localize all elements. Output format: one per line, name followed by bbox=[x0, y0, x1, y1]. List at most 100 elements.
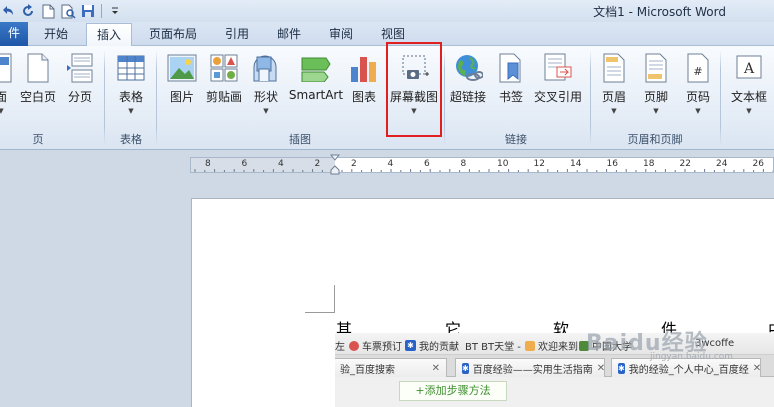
group-label-tables: 表格 bbox=[120, 133, 142, 146]
page-number-icon: # bbox=[682, 52, 714, 84]
picture-icon bbox=[166, 52, 198, 84]
print-preview-icon[interactable] bbox=[60, 3, 76, 19]
group-label-links: 链接 bbox=[505, 133, 527, 146]
group-separator bbox=[590, 50, 591, 146]
ruler-label: 4 bbox=[387, 159, 394, 169]
browser-tab[interactable]: 验_百度搜索 ✕ bbox=[335, 358, 447, 377]
footer-icon bbox=[640, 52, 672, 84]
ruler-label: 8 bbox=[205, 159, 211, 169]
tab-page-layout[interactable]: 页面布局 bbox=[140, 23, 206, 46]
tab-home[interactable]: 开始 bbox=[34, 23, 78, 46]
chevron-down-icon: ▼ bbox=[746, 107, 752, 115]
tab-mailings[interactable]: 邮件 bbox=[266, 23, 312, 46]
chevron-down-icon: ▼ bbox=[263, 107, 269, 115]
close-icon[interactable]: ✕ bbox=[753, 363, 760, 374]
baidu-watermark-url: jingyan.baidu.com bbox=[650, 352, 734, 362]
ruler-label: 14 bbox=[570, 159, 582, 169]
picture-button[interactable]: 图片 bbox=[166, 52, 198, 105]
chevron-down-icon: ▼ bbox=[128, 107, 134, 115]
close-icon[interactable]: ✕ bbox=[597, 363, 604, 374]
smartart-button[interactable]: SmartArt bbox=[288, 52, 344, 102]
header-button[interactable]: 页眉 ▼ bbox=[598, 52, 630, 115]
blank-page-icon bbox=[22, 52, 54, 84]
chart-icon bbox=[348, 52, 380, 84]
group-separator bbox=[720, 50, 721, 146]
ruler-label: 8 bbox=[460, 159, 467, 169]
ruler-label: 6 bbox=[424, 159, 430, 169]
group-label-pages: 页 bbox=[32, 133, 44, 146]
ruler-label: 12 bbox=[533, 159, 545, 169]
title-bar: 文档1 - Microsoft Word bbox=[0, 0, 774, 22]
bookmark-item[interactable]: 欢迎来到 bbox=[525, 338, 578, 353]
ruler-label: 18 bbox=[643, 159, 655, 169]
bookmark-item[interactable]: ✱ 我的贡献 bbox=[405, 338, 459, 353]
ruler-label: 2 bbox=[351, 159, 357, 169]
chevron-down-icon: ▼ bbox=[653, 107, 659, 115]
page-break-button[interactable]: 分页 bbox=[64, 52, 96, 105]
window-title: 文档1 - Microsoft Word bbox=[593, 5, 726, 19]
close-icon[interactable]: ✕ bbox=[432, 363, 440, 374]
footer-button[interactable]: 页脚 ▼ bbox=[640, 52, 672, 115]
text-box-icon: A bbox=[733, 52, 765, 84]
cover-page-icon bbox=[0, 52, 17, 84]
shapes-button[interactable]: 形状 ▼ bbox=[250, 52, 282, 115]
smartart-icon bbox=[300, 52, 332, 84]
new-document-icon[interactable] bbox=[40, 3, 56, 19]
clip-art-button[interactable]: 剪贴画 bbox=[204, 52, 244, 105]
group-separator bbox=[444, 50, 445, 146]
tab-review[interactable]: 审阅 bbox=[318, 23, 364, 46]
baidu-paw-icon: ✱ bbox=[405, 340, 416, 351]
ruler-label: 4 bbox=[278, 159, 284, 169]
blank-page-button[interactable]: 空白页 bbox=[20, 52, 56, 105]
ruler-label: 24 bbox=[716, 159, 728, 169]
bookmark-item[interactable]: 左 bbox=[335, 338, 345, 353]
shapes-icon bbox=[250, 52, 282, 84]
ruler-label: 16 bbox=[606, 159, 618, 169]
margin-corner-mark bbox=[305, 285, 335, 313]
svg-text:A: A bbox=[743, 61, 755, 77]
ruler-label: 22 bbox=[679, 159, 691, 169]
cover-page-button[interactable]: 面 ▼ bbox=[0, 52, 16, 115]
chevron-down-icon: ▼ bbox=[611, 107, 617, 115]
hyperlink-button[interactable]: 超链接 bbox=[448, 52, 488, 105]
group-label-illustrations: 插图 bbox=[289, 133, 311, 146]
svg-text:#: # bbox=[693, 65, 702, 78]
clip-art-icon bbox=[208, 52, 240, 84]
add-step-button[interactable]: +添加步骤方法 bbox=[399, 381, 507, 401]
highlight-annotation-box bbox=[386, 42, 442, 137]
tab-insert[interactable]: 插入 bbox=[86, 23, 132, 47]
indent-marker-icon[interactable] bbox=[329, 154, 341, 176]
customize-qat-icon[interactable] bbox=[107, 3, 123, 19]
tab-file[interactable]: 件 bbox=[0, 22, 28, 46]
chart-button[interactable]: 图表 bbox=[348, 52, 380, 105]
tab-references[interactable]: 引用 bbox=[214, 23, 260, 46]
save-icon[interactable] bbox=[80, 3, 96, 19]
qat-separator bbox=[101, 4, 102, 18]
browser-tab[interactable]: ✱ 百度经验——实用生活指南 ✕ bbox=[455, 358, 605, 377]
cross-reference-icon bbox=[542, 52, 574, 84]
ruler-label: 26 bbox=[752, 159, 764, 169]
header-icon bbox=[598, 52, 630, 84]
bookmark-button[interactable]: 书签 bbox=[496, 52, 526, 105]
baidu-paw-icon: ✱ bbox=[462, 362, 469, 374]
group-label-header-footer: 页眉和页脚 bbox=[627, 133, 683, 146]
redo-icon[interactable] bbox=[20, 3, 36, 19]
horizontal-ruler[interactable]: 8 6 4 2 2 4 6 8 10 12 14 16 18 22 24 26 bbox=[190, 157, 774, 173]
bookmark-icon bbox=[495, 52, 527, 84]
page-break-icon bbox=[64, 52, 96, 84]
quick-access-toolbar bbox=[0, 2, 123, 20]
page-number-button[interactable]: # 页码 ▼ bbox=[682, 52, 714, 115]
ruler-label: 6 bbox=[241, 159, 248, 169]
table-button[interactable]: 表格 ▼ bbox=[114, 52, 148, 115]
text-box-button[interactable]: A 文本框 ▼ bbox=[728, 52, 770, 115]
cross-reference-button[interactable]: 交叉引用 bbox=[532, 52, 584, 105]
ruler-label: 10 bbox=[497, 159, 509, 169]
ruler-label: 2 bbox=[314, 159, 321, 169]
table-icon bbox=[115, 52, 147, 84]
bookmark-item[interactable]: 车票预订 bbox=[349, 338, 402, 353]
globe-link-icon bbox=[452, 52, 484, 84]
favicon-icon bbox=[349, 340, 359, 351]
bookmark-item[interactable]: BT BT天堂 - bbox=[465, 338, 521, 353]
undo-icon[interactable] bbox=[0, 3, 16, 19]
baidu-paw-icon: ✱ bbox=[618, 362, 625, 374]
